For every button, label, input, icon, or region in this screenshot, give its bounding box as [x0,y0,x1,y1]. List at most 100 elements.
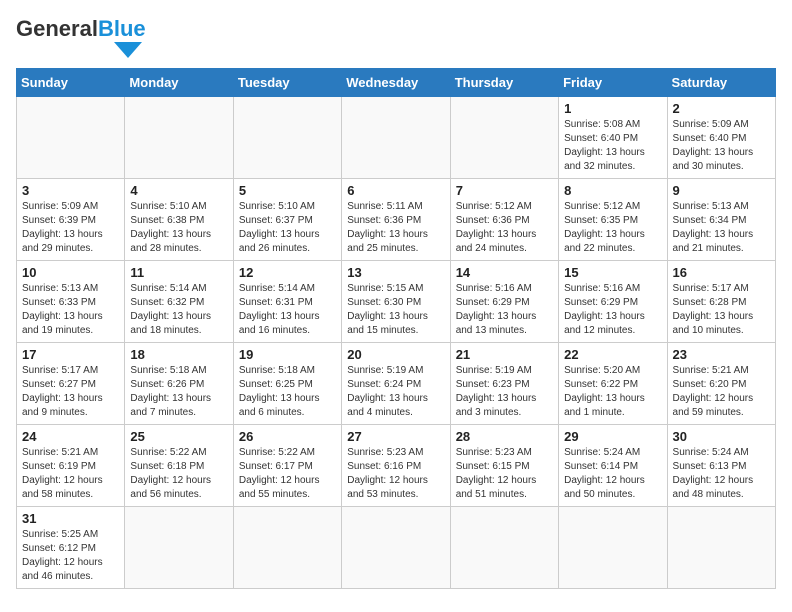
day-info: Sunrise: 5:23 AM Sunset: 6:16 PM Dayligh… [347,446,444,502]
day-number: 2 [673,101,770,116]
calendar-day-cell [667,507,775,589]
day-number: 29 [564,429,661,444]
weekday-header-friday: Friday [559,69,667,97]
calendar-week-row: 31Sunrise: 5:25 AM Sunset: 6:12 PM Dayli… [17,507,776,589]
logo: General Blue [16,16,146,58]
calendar-day-cell: 3 Sunrise: 5:09 AM Sunset: 6:39 PM Daylig… [17,179,125,261]
day-number: 25 [130,429,227,444]
day-info: Sunrise: 5:22 AM Sunset: 6:18 PM Dayligh… [130,446,227,502]
calendar-day-cell [342,97,450,179]
day-number: 7 [456,183,553,198]
day-info: Sunrise: 5:14 AM Sunset: 6:32 PM Dayligh… [130,282,227,338]
calendar-day-cell: 7 Sunrise: 5:12 AM Sunset: 6:36 PM Daylig… [450,179,558,261]
calendar-day-cell: 18Sunrise: 5:18 AM Sunset: 6:26 PM Dayli… [125,343,233,425]
day-number: 11 [130,265,227,280]
day-number: 5 [239,183,336,198]
day-info: Sunrise: 5:25 AM Sunset: 6:12 PM Dayligh… [22,528,119,584]
calendar-week-row: 24Sunrise: 5:21 AM Sunset: 6:19 PM Dayli… [17,425,776,507]
day-info: Sunrise: 5:13 AM Sunset: 6:33 PM Dayligh… [22,282,119,338]
calendar-day-cell: 14Sunrise: 5:16 AM Sunset: 6:29 PM Dayli… [450,261,558,343]
calendar-day-cell: 11 Sunrise: 5:14 AM Sunset: 6:32 PM Dayli… [125,261,233,343]
day-info: Sunrise: 5:20 AM Sunset: 6:22 PM Dayligh… [564,364,661,420]
day-info: Sunrise: 5:18 AM Sunset: 6:25 PM Dayligh… [239,364,336,420]
day-number: 23 [673,347,770,362]
day-number: 17 [22,347,119,362]
calendar-day-cell: 13 Sunrise: 5:15 AM Sunset: 6:30 PM Dayli… [342,261,450,343]
calendar-day-cell [233,97,341,179]
day-number: 4 [130,183,227,198]
calendar-day-cell: 19Sunrise: 5:18 AM Sunset: 6:25 PM Dayli… [233,343,341,425]
calendar-day-cell: 8 Sunrise: 5:12 AM Sunset: 6:35 PM Daylig… [559,179,667,261]
day-info: Sunrise: 5:11 AM Sunset: 6:36 PM Dayligh… [347,200,444,256]
calendar-day-cell [450,507,558,589]
calendar-header: SundayMondayTuesdayWednesdayThursdayFrid… [17,69,776,97]
calendar-day-cell: 1 Sunrise: 5:08 AM Sunset: 6:40 PM Daylig… [559,97,667,179]
calendar-day-cell: 25 Sunrise: 5:22 AM Sunset: 6:18 PM Dayli… [125,425,233,507]
day-info: Sunrise: 5:21 AM Sunset: 6:20 PM Dayligh… [673,364,770,420]
calendar-day-cell: 23 Sunrise: 5:21 AM Sunset: 6:20 PM Dayli… [667,343,775,425]
day-info: Sunrise: 5:09 AM Sunset: 6:39 PM Dayligh… [22,200,119,256]
day-info: Sunrise: 5:15 AM Sunset: 6:30 PM Dayligh… [347,282,444,338]
calendar-day-cell: 17 Sunrise: 5:17 AM Sunset: 6:27 PM Dayli… [17,343,125,425]
day-number: 6 [347,183,444,198]
logo-blue: Blue [98,16,146,42]
calendar-day-cell: 30 Sunrise: 5:24 AM Sunset: 6:13 PM Dayli… [667,425,775,507]
day-number: 9 [673,183,770,198]
calendar-week-row: 1 Sunrise: 5:08 AM Sunset: 6:40 PM Daylig… [17,97,776,179]
day-info: Sunrise: 5:12 AM Sunset: 6:36 PM Dayligh… [456,200,553,256]
calendar-day-cell: 15Sunrise: 5:16 AM Sunset: 6:29 PM Dayli… [559,261,667,343]
day-number: 8 [564,183,661,198]
day-number: 13 [347,265,444,280]
day-info: Sunrise: 5:23 AM Sunset: 6:15 PM Dayligh… [456,446,553,502]
calendar-day-cell: 5 Sunrise: 5:10 AM Sunset: 6:37 PM Daylig… [233,179,341,261]
day-info: Sunrise: 5:12 AM Sunset: 6:35 PM Dayligh… [564,200,661,256]
calendar-day-cell: 28 Sunrise: 5:23 AM Sunset: 6:15 PM Dayli… [450,425,558,507]
calendar-day-cell: 26Sunrise: 5:22 AM Sunset: 6:17 PM Dayli… [233,425,341,507]
day-number: 16 [673,265,770,280]
day-info: Sunrise: 5:17 AM Sunset: 6:28 PM Dayligh… [673,282,770,338]
day-info: Sunrise: 5:17 AM Sunset: 6:27 PM Dayligh… [22,364,119,420]
calendar-week-row: 17 Sunrise: 5:17 AM Sunset: 6:27 PM Dayli… [17,343,776,425]
weekday-header-thursday: Thursday [450,69,558,97]
calendar-day-cell: 22Sunrise: 5:20 AM Sunset: 6:22 PM Dayli… [559,343,667,425]
day-number: 27 [347,429,444,444]
calendar-day-cell: 12Sunrise: 5:14 AM Sunset: 6:31 PM Dayli… [233,261,341,343]
calendar-day-cell [450,97,558,179]
day-number: 24 [22,429,119,444]
page-header: General Blue [16,16,776,58]
day-number: 3 [22,183,119,198]
day-number: 18 [130,347,227,362]
day-info: Sunrise: 5:10 AM Sunset: 6:37 PM Dayligh… [239,200,336,256]
calendar-day-cell: 16 Sunrise: 5:17 AM Sunset: 6:28 PM Dayli… [667,261,775,343]
day-info: Sunrise: 5:10 AM Sunset: 6:38 PM Dayligh… [130,200,227,256]
logo-general: General [16,16,98,42]
day-info: Sunrise: 5:16 AM Sunset: 6:29 PM Dayligh… [564,282,661,338]
calendar-day-cell: 21Sunrise: 5:19 AM Sunset: 6:23 PM Dayli… [450,343,558,425]
day-info: Sunrise: 5:08 AM Sunset: 6:40 PM Dayligh… [564,118,661,174]
day-info: Sunrise: 5:09 AM Sunset: 6:40 PM Dayligh… [673,118,770,174]
calendar-day-cell [559,507,667,589]
day-info: Sunrise: 5:24 AM Sunset: 6:14 PM Dayligh… [564,446,661,502]
calendar-day-cell: 9 Sunrise: 5:13 AM Sunset: 6:34 PM Daylig… [667,179,775,261]
calendar-day-cell: 27 Sunrise: 5:23 AM Sunset: 6:16 PM Dayli… [342,425,450,507]
day-info: Sunrise: 5:16 AM Sunset: 6:29 PM Dayligh… [456,282,553,338]
day-info: Sunrise: 5:13 AM Sunset: 6:34 PM Dayligh… [673,200,770,256]
calendar-day-cell [233,507,341,589]
weekday-header-tuesday: Tuesday [233,69,341,97]
calendar-day-cell: 2 Sunrise: 5:09 AM Sunset: 6:40 PM Daylig… [667,97,775,179]
calendar-day-cell: 29 Sunrise: 5:24 AM Sunset: 6:14 PM Dayli… [559,425,667,507]
calendar-week-row: 3 Sunrise: 5:09 AM Sunset: 6:39 PM Daylig… [17,179,776,261]
day-info: Sunrise: 5:24 AM Sunset: 6:13 PM Dayligh… [673,446,770,502]
day-number: 30 [673,429,770,444]
day-number: 10 [22,265,119,280]
day-number: 26 [239,429,336,444]
calendar-day-cell: 31Sunrise: 5:25 AM Sunset: 6:12 PM Dayli… [17,507,125,589]
calendar-day-cell: 10 Sunrise: 5:13 AM Sunset: 6:33 PM Dayli… [17,261,125,343]
day-number: 28 [456,429,553,444]
weekday-header-wednesday: Wednesday [342,69,450,97]
calendar-day-cell [17,97,125,179]
weekday-header-saturday: Saturday [667,69,775,97]
weekday-header-sunday: Sunday [17,69,125,97]
calendar-day-cell: 6 Sunrise: 5:11 AM Sunset: 6:36 PM Daylig… [342,179,450,261]
day-number: 1 [564,101,661,116]
